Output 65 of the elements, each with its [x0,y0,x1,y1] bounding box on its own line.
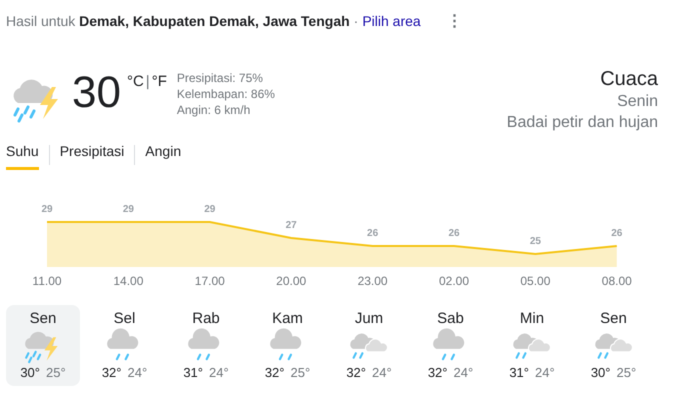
low-temperature: 24° [128,365,148,380]
temperature-label: 29 [122,204,134,215]
more-options-button[interactable]: ⋮ [446,11,463,31]
result-location-text: Hasil untuk Demak, Kabupaten Demak, Jawa Tengah [6,13,350,29]
high-temperature: 31° [183,365,203,380]
chart-tab[interactable]: Suhu [6,139,39,170]
day-name: Min [520,310,544,327]
temperature-label: 25 [530,236,541,247]
low-temperature: 24° [454,365,474,380]
day-card[interactable]: Jum 32° 24° [332,305,406,386]
weather-detail: Angin: 6 km/h [176,102,252,118]
temperature-label: 27 [286,220,297,231]
high-temperature: 30° [20,365,40,380]
selected-day-card[interactable]: Sen 30° 25° [6,305,80,386]
day-name: Sen [600,310,627,327]
hour-label: 05.00 [520,274,550,288]
current-temperature: 30 [72,70,121,116]
low-temperature: 24° [209,365,229,380]
high-temperature: 32° [428,365,448,380]
high-temperature: 32° [346,365,366,380]
day-name: Sel [114,310,136,327]
high-temperature: 31° [509,365,529,380]
temperature-label: 26 [611,228,622,239]
low-temperature: 24° [535,365,555,380]
day-name: Rab [192,310,220,327]
chart-tab[interactable]: Angin [145,139,182,170]
day-card[interactable]: Sel 32° 24° [88,305,162,386]
weather-detail: Kelembapan: 86% [176,86,275,102]
low-temperature: 24° [372,365,392,380]
low-temperature: 25° [616,365,636,380]
low-temperature: 25° [46,365,66,380]
day-card[interactable]: Sab 32° 24° [414,305,488,386]
celsius-unit[interactable]: °C [126,73,144,90]
temperature-label: 26 [448,228,460,239]
day-name: Sen [30,310,56,327]
day-name: Sab [437,310,464,327]
chart-tab[interactable]: Presipitasi [60,139,124,170]
unit-separator: | [146,73,150,90]
temperature-label: 29 [41,204,53,215]
high-temperature: 32° [264,365,284,380]
hour-label: 02.00 [438,274,470,288]
day-name: Jum [354,310,384,327]
current-day: Senin [617,91,658,112]
hour-label: 14.00 [113,274,144,288]
temperature-label: 29 [204,204,216,215]
weather-detail: Presipitasi: 75% [176,70,264,86]
day-name: Kam [272,310,303,327]
high-temperature: 30° [590,365,610,380]
day-card[interactable]: Sen 30° 25° [576,305,650,386]
hour-label: 08.00 [602,274,632,288]
hour-label: 11.00 [32,274,62,288]
hour-label: 17.00 [194,274,225,288]
hour-label: 20.00 [276,274,306,288]
condition-text: Badai petir dan hujan [506,113,658,133]
weather-title: Cuaca [600,67,658,91]
hour-label: 23.00 [358,274,388,288]
high-temperature: 32° [102,365,122,380]
fahrenheit-unit[interactable]: °F [152,73,167,90]
day-card[interactable]: Rab 31° 24° [169,305,243,386]
choose-area-link[interactable]: Pilih area [362,13,421,29]
day-card[interactable]: Min 31° 24° [495,305,569,386]
temperature-label: 26 [367,228,378,239]
low-temperature: 25° [290,365,310,380]
separator-dot: · [354,13,358,29]
day-card[interactable]: Kam 32° 25° [250,305,324,386]
